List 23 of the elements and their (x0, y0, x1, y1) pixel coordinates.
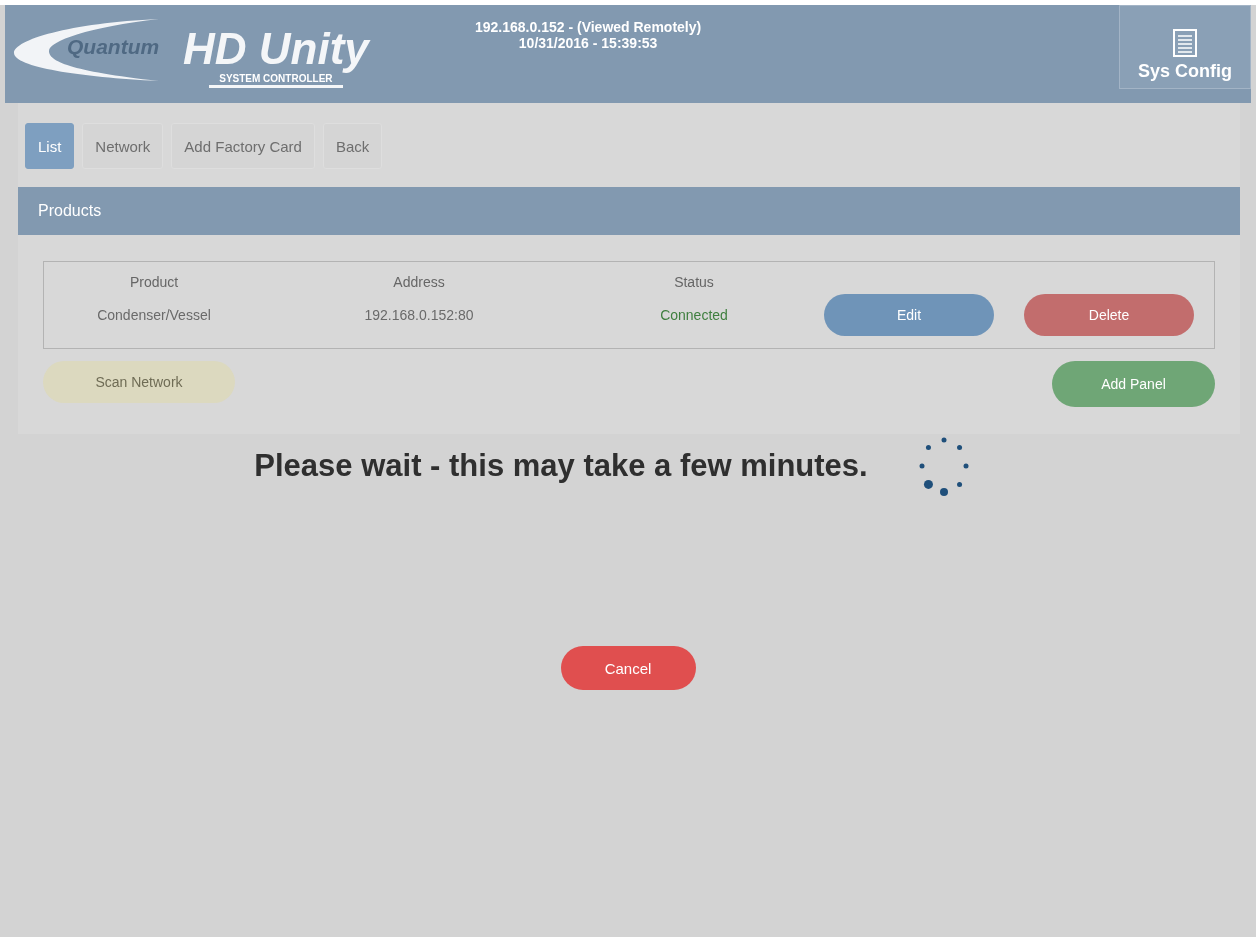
column-header: Status (673, 273, 715, 292)
table-cell-text: Condenser/Vessel (96, 306, 212, 325)
column-header: Address (392, 273, 446, 292)
table-cell-text: 192.168.0.152:80 (363, 306, 475, 325)
status-text: Connected (659, 306, 729, 325)
datetime-text: 10/31/2016 - 15:39:53 (518, 35, 658, 51)
delete-button[interactable]: Delete (1024, 294, 1194, 336)
panel-title: Products (38, 202, 102, 220)
cancel-button[interactable]: Cancel (560, 646, 696, 690)
edit-button[interactable]: Edit (824, 294, 994, 336)
wait-message: Please wait - this may take a few minutes. (254, 448, 868, 484)
logo-title: HD Unity (183, 25, 369, 73)
logo-subtitle: SYSTEM CONTROLLER (209, 73, 343, 88)
tab[interactable]: Add Factory Card (171, 123, 315, 169)
tab[interactable]: Back (322, 123, 383, 169)
tab[interactable]: List (25, 123, 75, 169)
tab[interactable]: Network (82, 123, 164, 169)
sys-config-button[interactable]: Sys Config (1119, 5, 1251, 89)
connection-text: 192.168.0.152 - (Viewed Remotely) (475, 19, 702, 35)
add-button[interactable]: Add Panel (1052, 361, 1215, 407)
list-icon (1173, 29, 1197, 57)
scan-button[interactable]: Scan Network (43, 361, 235, 403)
column-header: Product (128, 273, 180, 292)
